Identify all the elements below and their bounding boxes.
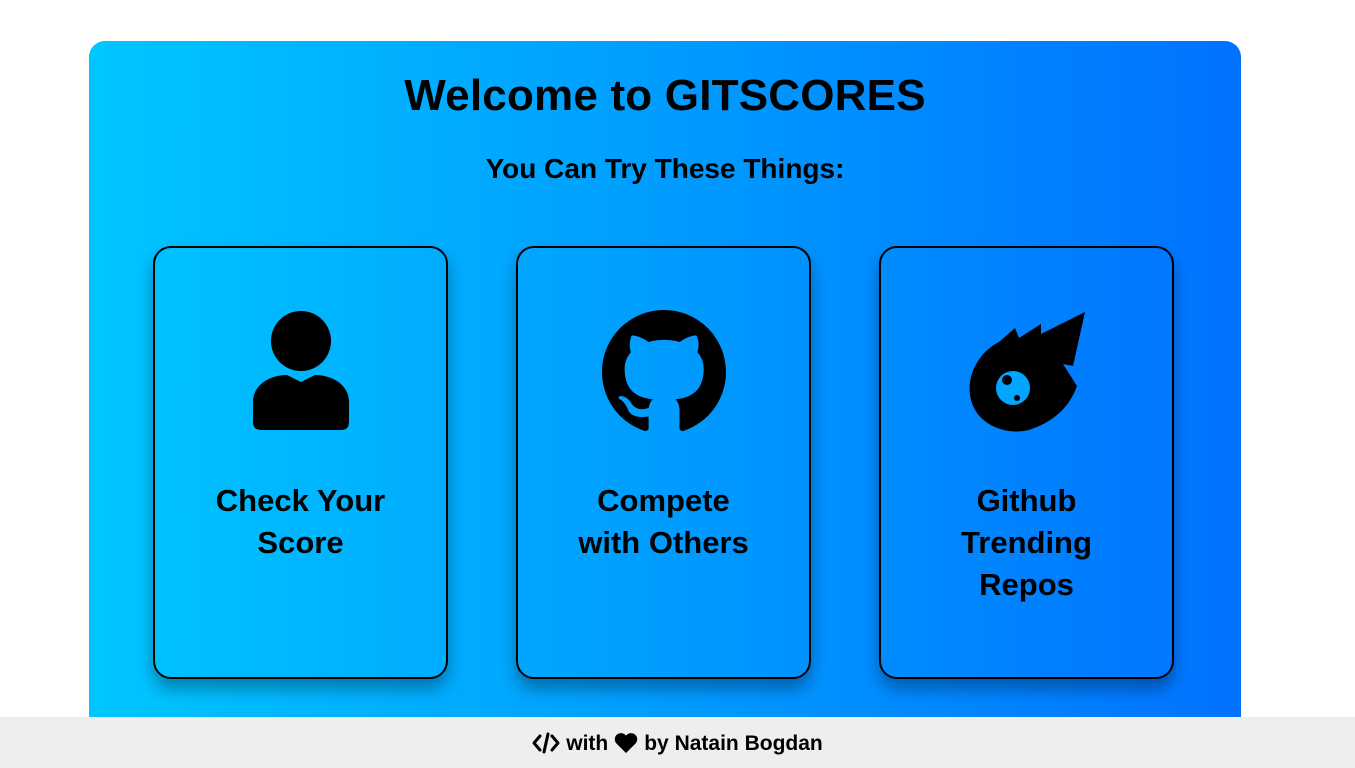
compete-card[interactable]: Compete with Others <box>516 246 811 679</box>
check-score-label: Check Your Score <box>215 483 386 560</box>
footer: with by Natain Bogdan <box>0 717 1355 768</box>
github-icon <box>601 310 726 434</box>
footer-credit: with by Natain Bogdan <box>0 729 1355 759</box>
trending-repos-label: Github Trending Repos <box>961 483 1092 602</box>
user-icon <box>239 310 363 434</box>
trending-repos-card[interactable]: Github Trending Repos <box>879 246 1174 679</box>
page-title: Welcome to GITSCORES <box>404 71 926 120</box>
heart-icon <box>615 733 638 753</box>
code-icon <box>532 732 560 754</box>
meteor-icon <box>965 310 1089 434</box>
hero-panel: Welcome to GITSCORES You Can Try These T… <box>89 41 1241 739</box>
check-score-card[interactable]: Check Your Score <box>153 246 448 679</box>
compete-label: Compete with Others <box>578 483 749 560</box>
page-subtitle: You Can Try These Things: <box>485 153 845 184</box>
footer-author-text: by Natain Bogdan <box>644 732 823 755</box>
footer-with-text: with <box>566 732 609 755</box>
